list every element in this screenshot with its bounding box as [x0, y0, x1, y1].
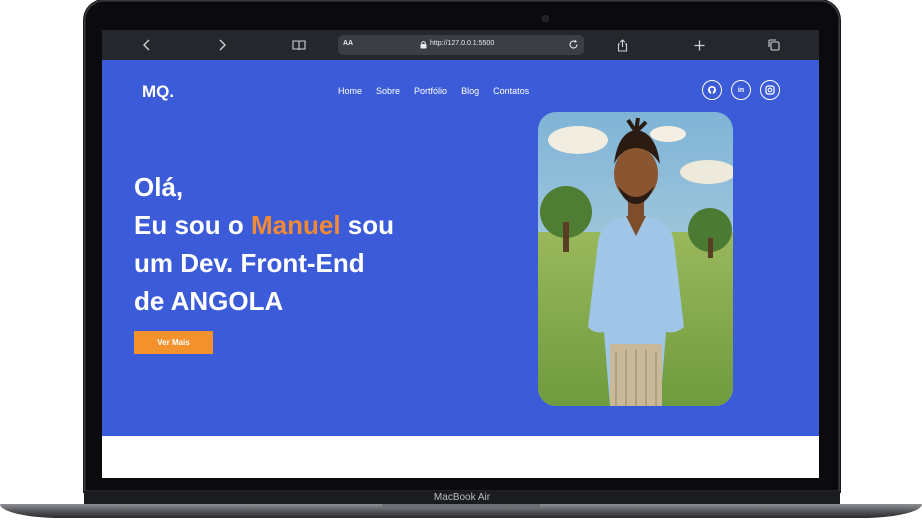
tabs-button[interactable] [765, 36, 783, 54]
nav-blog[interactable]: Blog [461, 86, 479, 96]
lock-icon [420, 40, 427, 49]
new-tab-button[interactable] [690, 36, 708, 54]
back-button[interactable] [138, 36, 156, 54]
url-text: http://127.0.0.1:5500 [430, 40, 495, 47]
share-icon [617, 38, 627, 52]
hero-line-2-suffix: sou [340, 210, 395, 240]
tabs-icon [768, 39, 780, 51]
page-below-fold [102, 436, 819, 478]
nav-contatos[interactable]: Contatos [493, 86, 529, 96]
reload-icon[interactable] [568, 39, 579, 50]
chevron-right-icon [219, 39, 226, 51]
screen: AA http://127.0.0.1:5500 MQ. Home Sobre … [102, 30, 819, 478]
hero-line-2: Eu sou o Manuel sou [134, 206, 394, 244]
github-icon [708, 86, 716, 94]
browser-toolbar: AA http://127.0.0.1:5500 [102, 30, 819, 60]
nav-home[interactable]: Home [338, 86, 362, 96]
github-link[interactable] [702, 80, 722, 100]
laptop-deck: MacBook Air [84, 491, 840, 505]
book-icon [292, 39, 306, 50]
ver-mais-button[interactable]: Ver Mais [134, 331, 213, 354]
bookmarks-button[interactable] [290, 36, 308, 54]
hero-line-2-prefix: Eu sou o [134, 210, 251, 240]
linkedin-link[interactable]: in [731, 80, 751, 100]
hero-line-4: de ANGOLA [134, 286, 284, 316]
laptop-notch [382, 504, 540, 509]
device-brand-label: MacBook Air [433, 492, 491, 503]
camera-icon [543, 16, 548, 21]
linkedin-icon: in [737, 86, 745, 94]
nav-portfolio[interactable]: Portfólio [414, 86, 447, 96]
address-bar[interactable]: AA http://127.0.0.1:5500 [338, 35, 584, 55]
forward-button[interactable] [213, 36, 231, 54]
profile-portrait [538, 112, 733, 406]
share-button[interactable] [613, 36, 631, 54]
plus-icon [694, 40, 704, 50]
main-nav: Home Sobre Portfólio Blog Contatos [338, 86, 529, 96]
instagram-link[interactable] [760, 80, 780, 100]
hero-section: MQ. Home Sobre Portfólio Blog Contatos i… [102, 60, 819, 436]
portrait-illustration [538, 112, 733, 406]
hero-line-3: um Dev. Front-End [134, 248, 365, 278]
nav-sobre[interactable]: Sobre [376, 86, 400, 96]
chevron-left-icon [143, 39, 150, 51]
hero-line-1: Olá, [134, 172, 184, 202]
instagram-icon [765, 85, 775, 95]
hero-name: Manuel [251, 210, 341, 240]
reader-button[interactable]: AA [343, 40, 353, 47]
hero-heading: Olá, Eu sou o Manuel sou um Dev. Front-E… [134, 168, 394, 320]
social-links: in [702, 80, 780, 100]
site-logo[interactable]: MQ. [142, 82, 174, 102]
